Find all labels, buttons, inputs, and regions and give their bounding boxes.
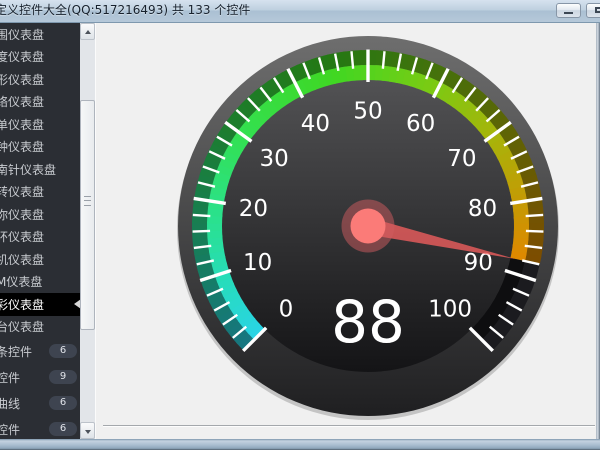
sidebar-item[interactable]: 南针仪表盘 <box>0 158 80 181</box>
count-badge: 9 <box>49 370 77 384</box>
sidebar-item-label: 控件 <box>0 369 20 386</box>
scrollbar-thumb[interactable] <box>80 100 95 330</box>
sidebar-item-label: 络仪表盘 <box>0 93 44 110</box>
sidebar-item[interactable]: 你仪表盘 <box>0 203 80 226</box>
sidebar-item[interactable]: 条控件 6 <box>0 338 80 364</box>
sidebar-item[interactable]: M仪表盘 <box>0 271 80 294</box>
sidebar-item[interactable]: 曲线 6 <box>0 390 80 416</box>
sidebar-item-label: 环仪表盘 <box>0 228 44 245</box>
sidebar-item[interactable]: 围仪表盘 <box>0 23 80 46</box>
sidebar-item[interactable]: 控件 6 <box>0 416 80 439</box>
sidebar: 围仪表盘度仪表盘形仪表盘络仪表盘单仪表盘钟仪表盘南针仪表盘转仪表盘你仪表盘环仪表… <box>0 23 80 439</box>
sidebar-item-label: 南针仪表盘 <box>0 161 56 178</box>
sidebar-item-label: 曲线 <box>0 395 20 412</box>
sidebar-item[interactable]: 台仪表盘 <box>0 316 80 339</box>
sidebar-scrollbar[interactable] <box>80 23 96 439</box>
sidebar-item-label: 度仪表盘 <box>0 48 44 65</box>
sidebar-item[interactable]: 钟仪表盘 <box>0 136 80 159</box>
count-badge: 6 <box>49 422 77 436</box>
minimize-icon <box>564 12 573 14</box>
count-badge: 6 <box>49 344 77 358</box>
sidebar-item-label: 钟仪表盘 <box>0 138 44 155</box>
sidebar-item[interactable]: 度仪表盘 <box>0 46 80 69</box>
minimize-button[interactable] <box>556 3 581 18</box>
sidebar-item[interactable]: 络仪表盘 <box>0 91 80 114</box>
titlebar[interactable]: 定义控件大全(QQ:517216493) 共 133 个控件 <box>0 0 600 22</box>
arrow-down-icon <box>85 430 91 434</box>
horizontal-scrollbar[interactable] <box>103 425 595 427</box>
window-border-bottom <box>0 439 600 450</box>
sidebar-item-label: 机仪表盘 <box>0 251 44 268</box>
count-badge: 6 <box>49 396 77 410</box>
sidebar-item[interactable]: 控件 9 <box>0 364 80 390</box>
sidebar-item[interactable]: 机仪表盘 <box>0 248 80 271</box>
titlebar-divider <box>0 22 600 23</box>
scrollbar-grip-icon <box>84 196 91 206</box>
arrow-up-icon <box>85 30 91 34</box>
maximize-icon <box>595 7 600 13</box>
scroll-down-button[interactable] <box>80 422 95 439</box>
scroll-up-button[interactable] <box>80 23 95 40</box>
sidebar-item-label: 转仪表盘 <box>0 183 44 200</box>
sidebar-item-label: 形仪表盘 <box>0 71 44 88</box>
sidebar-item-label: M仪表盘 <box>0 273 42 290</box>
window-title: 定义控件大全(QQ:517216493) 共 133 个控件 <box>0 0 250 22</box>
sidebar-item-label: 你仪表盘 <box>0 206 44 223</box>
sidebar-item[interactable]: 形仪表盘 <box>0 68 80 91</box>
sidebar-item[interactable]: 彩仪表盘 <box>0 293 80 316</box>
sidebar-item-label: 围仪表盘 <box>0 26 44 43</box>
window-border-right <box>596 23 600 439</box>
sidebar-item-label: 控件 <box>0 421 20 438</box>
sidebar-item[interactable]: 单仪表盘 <box>0 113 80 136</box>
maximize-button[interactable] <box>586 3 600 18</box>
sidebar-item-label: 台仪表盘 <box>0 318 44 335</box>
sidebar-item-label: 条控件 <box>0 343 32 360</box>
sidebar-item[interactable]: 环仪表盘 <box>0 226 80 249</box>
sidebar-item-label: 单仪表盘 <box>0 116 44 133</box>
sidebar-item[interactable]: 转仪表盘 <box>0 181 80 204</box>
sidebar-item-label: 彩仪表盘 <box>0 296 44 313</box>
main-panel <box>96 23 600 439</box>
